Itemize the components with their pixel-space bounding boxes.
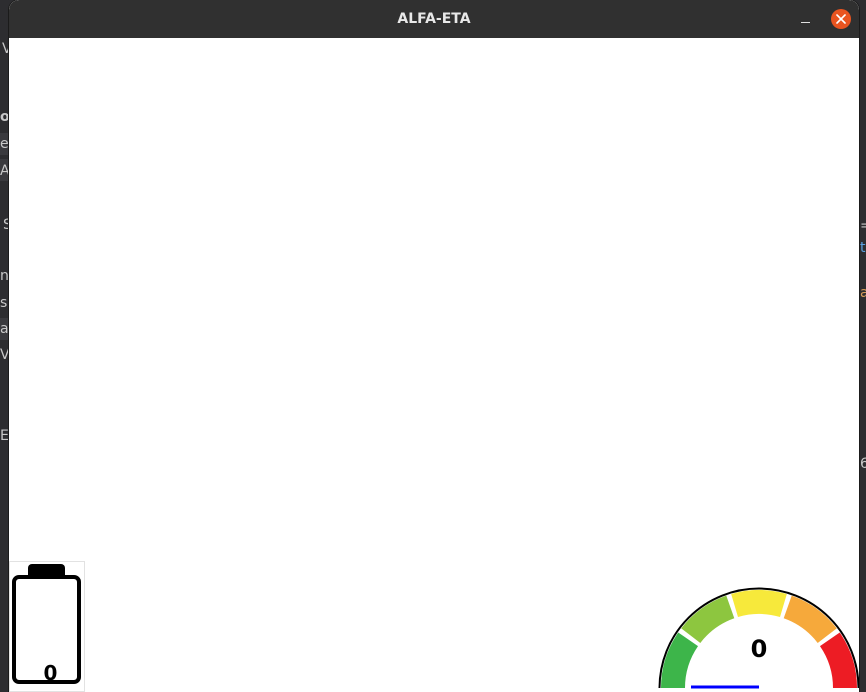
minimize-button[interactable] (797, 10, 815, 28)
speed-gauge: 0 (657, 584, 859, 692)
battery-indicator: 0 (9, 561, 85, 692)
window-title: ALFA-ETA (397, 11, 471, 27)
background-text-fragment: a (0, 321, 9, 337)
dashboard-canvas: 0 0 (9, 38, 859, 692)
minimize-icon (801, 22, 810, 23)
title-bar[interactable]: ALFA-ETA (9, 0, 859, 38)
gauge-value: 0 (750, 635, 768, 663)
background-text-fragment: a (860, 285, 866, 301)
background-text-fragment: s (0, 295, 8, 311)
background-text-fragment: E (0, 428, 9, 444)
background-text-fragment: = (860, 218, 866, 234)
background-text-fragment: t (860, 240, 866, 256)
close-button[interactable] (831, 9, 851, 29)
battery-body: 0 (12, 575, 81, 685)
close-icon (836, 14, 846, 24)
background-text-fragment: 6 (860, 456, 866, 472)
gauge-segment (731, 590, 787, 618)
battery-value: 0 (43, 661, 58, 685)
app-window: ALFA-ETA 0 0 (9, 0, 859, 692)
